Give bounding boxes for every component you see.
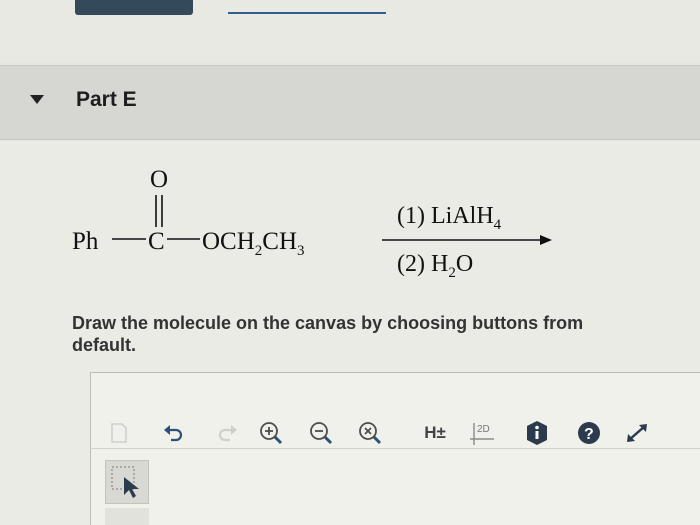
clean-2d-button[interactable]: 2D	[468, 418, 498, 448]
collapse-caret-icon[interactable]	[30, 95, 44, 104]
help-button[interactable]: ?	[574, 418, 604, 448]
redo-icon	[218, 425, 237, 442]
eraser-tool-button[interactable]	[105, 508, 149, 525]
svg-text:?: ?	[584, 426, 594, 443]
reset-zoom-icon	[359, 422, 382, 445]
clean-2d-icon: 2D	[470, 423, 494, 445]
undo-button[interactable]	[158, 418, 188, 448]
carbonyl-carbon: C	[148, 228, 165, 255]
reagent-step-2: (2) H2O	[397, 251, 473, 281]
phenyl-label: Ph	[72, 228, 99, 255]
clean-2d-label: 2D	[477, 424, 490, 435]
selection-arrow-icon	[111, 466, 139, 498]
info-icon	[527, 421, 547, 445]
zoom-in-icon	[260, 422, 283, 445]
zoom-in-button[interactable]	[256, 418, 286, 448]
zoom-out-button[interactable]	[306, 418, 336, 448]
question-line-1: Draw the molecule on the canvas by choos…	[72, 313, 584, 333]
reset-zoom-button[interactable]	[355, 418, 385, 448]
question-line-2: default.	[72, 335, 137, 355]
part-title: Part E	[76, 88, 137, 111]
submit-button[interactable]	[75, 0, 193, 15]
select-tool-button[interactable]	[105, 460, 149, 504]
expand-button[interactable]	[622, 418, 652, 448]
zoom-out-icon	[310, 422, 333, 445]
reaction-arrowhead	[540, 235, 552, 245]
explicit-hydrogens-button[interactable]: H±	[415, 418, 455, 448]
info-button[interactable]	[522, 418, 552, 448]
undo-icon	[164, 425, 183, 442]
reagent-step-1: (1) LiAlH4	[397, 203, 502, 233]
explicit-hydrogens-icon: H±	[424, 423, 446, 442]
help-icon: ?	[578, 422, 600, 444]
request-answer-link[interactable]	[228, 8, 386, 14]
redo-button[interactable]	[213, 418, 243, 448]
expand-icon	[627, 424, 647, 442]
clear-icon	[111, 423, 127, 443]
carbonyl-oxygen: O	[150, 166, 168, 193]
question-text: Draw the molecule on the canvas by choos…	[72, 312, 700, 356]
clear-button[interactable]	[104, 418, 134, 448]
toolbar-divider	[90, 448, 700, 449]
ester-formula: OCH2CH3	[202, 228, 305, 259]
reaction-scheme: O Ph C OCH2CH3 (1) LiAlH4 (2) H2O	[72, 166, 552, 281]
